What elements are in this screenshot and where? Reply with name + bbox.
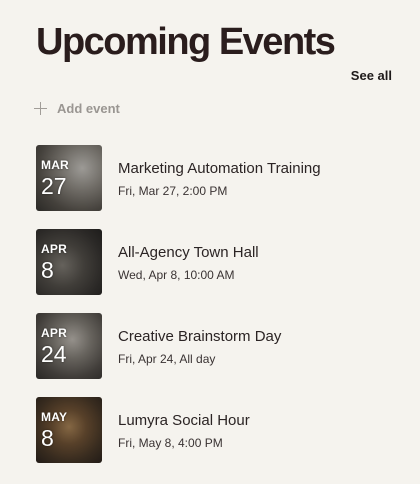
event-item[interactable]: MAR 27 Marketing Automation Training Fri…: [36, 145, 396, 211]
event-thumbnail: APR 8: [36, 229, 102, 295]
add-event-label: Add event: [57, 101, 120, 116]
event-item[interactable]: APR 24 Creative Brainstorm Day Fri, Apr …: [36, 313, 396, 379]
events-list: MAR 27 Marketing Automation Training Fri…: [36, 145, 396, 481]
plus-icon: [34, 102, 47, 115]
event-thumbnail: APR 24: [36, 313, 102, 379]
event-datetime: Wed, Apr 8, 10:00 AM: [118, 267, 235, 282]
event-month: MAY: [41, 410, 68, 424]
event-month: APR: [41, 242, 67, 256]
event-month: MAR: [41, 158, 69, 172]
event-title[interactable]: All-Agency Town Hall: [118, 243, 259, 263]
event-datetime: Fri, Mar 27, 2:00 PM: [118, 183, 228, 198]
page-title: Upcoming Events: [36, 21, 336, 63]
event-item[interactable]: APR 8 All-Agency Town Hall Wed, Apr 8, 1…: [36, 229, 396, 295]
event-day: 27: [41, 173, 67, 199]
event-item[interactable]: MAY 8 Lumyra Social Hour Fri, May 8, 4:0…: [36, 397, 396, 463]
event-thumbnail: MAY 8: [36, 397, 102, 463]
event-title[interactable]: Marketing Automation Training: [118, 159, 321, 179]
see-all-link[interactable]: See all: [351, 68, 392, 83]
event-title[interactable]: Lumyra Social Hour: [118, 411, 250, 431]
event-datetime: Fri, Apr 24, All day: [118, 351, 216, 366]
event-day: 8: [41, 257, 54, 283]
event-thumbnail: MAR 27: [36, 145, 102, 211]
add-event-button[interactable]: Add event: [34, 101, 120, 116]
event-datetime: Fri, May 8, 4:00 PM: [118, 435, 223, 450]
event-title[interactable]: Creative Brainstorm Day: [118, 327, 281, 347]
event-day: 8: [41, 425, 54, 451]
event-day: 24: [41, 341, 67, 367]
event-month: APR: [41, 326, 67, 340]
